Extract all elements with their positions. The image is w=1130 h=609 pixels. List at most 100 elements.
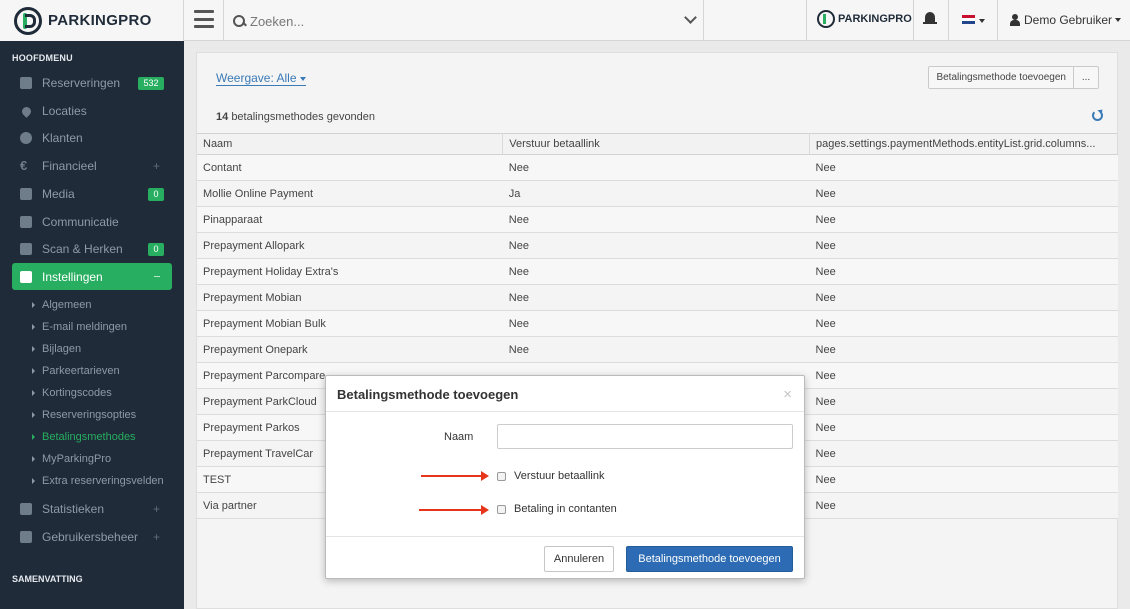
cash-payment-checkbox[interactable] bbox=[497, 504, 506, 514]
count-badge: 0 bbox=[148, 188, 164, 201]
send-payment-link-checkbox[interactable] bbox=[497, 471, 506, 481]
sidebar-item-label: Communicatie bbox=[42, 215, 119, 229]
sidebar-subitem-label: MyParkingPro bbox=[42, 453, 112, 465]
sidebar-item-label: Media bbox=[42, 187, 75, 201]
divider bbox=[948, 0, 949, 41]
red-arrow-annotation bbox=[419, 505, 489, 515]
caret-right-icon bbox=[32, 302, 35, 308]
sidebar-item-label: Reserveringen bbox=[42, 76, 121, 90]
caret-right-icon bbox=[32, 478, 35, 484]
sidebar-item-label: Klanten bbox=[42, 131, 83, 145]
user-icon bbox=[20, 132, 32, 144]
parkingpro-logo-icon bbox=[817, 10, 835, 28]
search-bar bbox=[232, 10, 697, 32]
send-payment-link-checkbox-row[interactable]: Verstuur betaallink bbox=[497, 470, 605, 482]
logo[interactable]: PARKINGPRO bbox=[0, 0, 184, 41]
collapse-icon bbox=[154, 276, 160, 277]
divider bbox=[223, 0, 224, 41]
sidebar-item-media[interactable]: Media 0 bbox=[0, 180, 184, 208]
sidebar-item-label: Gebruikersbeheer bbox=[42, 530, 139, 544]
sidebar-item-financieel[interactable]: € Financieel + bbox=[0, 152, 184, 180]
cancel-button[interactable]: Annuleren bbox=[544, 546, 614, 572]
sidebar-footer-title: SAMENVATTING bbox=[12, 574, 83, 584]
sidebar-item-gebruikersbeheer[interactable]: Gebruikersbeheer + bbox=[0, 523, 184, 551]
flag-stripe-blue bbox=[962, 21, 975, 24]
sidebar-subitem-kortingscodes[interactable]: Kortingscodes bbox=[0, 382, 184, 404]
count-badge: 532 bbox=[138, 77, 164, 90]
caret-down-icon bbox=[1115, 18, 1122, 22]
calendar-icon bbox=[20, 77, 32, 89]
name-input[interactable] bbox=[497, 424, 793, 449]
close-icon[interactable]: × bbox=[783, 386, 792, 403]
sidebar-section-title: HOOFDMENU bbox=[12, 53, 73, 63]
sidebar-item-communicatie[interactable]: Communicatie bbox=[0, 208, 184, 236]
sidebar-subitem-label: Kortingscodes bbox=[42, 387, 112, 399]
divider bbox=[806, 0, 807, 41]
sidebar-item-label: Locaties bbox=[42, 104, 87, 118]
sidebar-subitem-bijlagen[interactable]: Bijlagen bbox=[0, 338, 184, 360]
parkingpro-logo-icon bbox=[14, 6, 42, 35]
caret-right-icon bbox=[32, 434, 35, 440]
user-name: Demo Gebruiker bbox=[1024, 13, 1113, 27]
top-bar: PARKINGPRO PARKINGPRO Demo Gebruiker bbox=[0, 0, 1130, 41]
count-badge: 0 bbox=[148, 243, 164, 256]
expand-icon: + bbox=[152, 502, 160, 516]
sidebar-subitem-algemeen[interactable]: Algemeen bbox=[0, 294, 184, 316]
euro-icon: € bbox=[20, 158, 28, 173]
sidebar-item-locaties[interactable]: Locaties bbox=[0, 97, 184, 125]
cash-payment-checkbox-row[interactable]: Betaling in contanten bbox=[497, 503, 617, 515]
caret-right-icon bbox=[32, 456, 35, 462]
camera-icon bbox=[20, 243, 32, 255]
map-marker-icon bbox=[20, 104, 33, 118]
envelope-icon bbox=[20, 216, 32, 228]
dialog-footer-divider bbox=[326, 536, 804, 537]
divider bbox=[997, 0, 998, 41]
caret-right-icon bbox=[32, 390, 35, 396]
language-flag-icon[interactable] bbox=[962, 15, 975, 24]
divider bbox=[703, 0, 704, 41]
send-payment-link-label: Verstuur betaallink bbox=[514, 470, 605, 482]
bar-chart-icon bbox=[20, 503, 32, 515]
add-payment-method-dialog: Betalingsmethode toevoegen × Naam Verstu… bbox=[325, 375, 805, 579]
sidebar-item-reserveringen[interactable]: Reserveringen 532 bbox=[0, 69, 184, 97]
sidebar-subitem-label: Extra reserveringsvelden bbox=[42, 475, 164, 487]
sidebar-subitem-label: Parkeertarieven bbox=[42, 365, 120, 377]
hamburger-menu-icon[interactable] bbox=[194, 10, 214, 28]
wrench-icon bbox=[20, 270, 32, 283]
user-icon bbox=[1010, 14, 1020, 26]
sidebar-subitem-myparkingpro[interactable]: MyParkingPro bbox=[0, 448, 184, 470]
caret-down-icon[interactable] bbox=[979, 19, 985, 23]
expand-icon: + bbox=[152, 159, 160, 173]
caret-right-icon bbox=[32, 346, 35, 352]
dialog-title: Betalingsmethode toevoegen bbox=[326, 376, 804, 412]
sidebar-subitem-label: E-mail meldingen bbox=[42, 321, 127, 333]
logo-text: PARKINGPRO bbox=[48, 12, 152, 29]
submit-button[interactable]: Betalingsmethode toevoegen bbox=[626, 546, 793, 572]
sidebar-item-label: Scan & Herken bbox=[42, 242, 123, 256]
bell-icon[interactable] bbox=[923, 12, 937, 28]
sidebar-item-scan-herken[interactable]: Scan & Herken 0 bbox=[0, 235, 184, 263]
sidebar-subitem-reserveringsopties[interactable]: Reserveringsopties bbox=[0, 404, 184, 426]
brand-logo-text: PARKINGPRO bbox=[838, 13, 912, 25]
caret-right-icon bbox=[32, 412, 35, 418]
sidebar-subitem-label: Reserveringsopties bbox=[42, 409, 137, 421]
user-menu[interactable]: Demo Gebruiker bbox=[1010, 13, 1122, 27]
cash-payment-label: Betaling in contanten bbox=[514, 503, 617, 515]
sidebar-subitem-label: Betalingsmethodes bbox=[42, 431, 136, 443]
chevron-down-icon[interactable] bbox=[684, 11, 697, 24]
sidebar-subitem-parkeertarieven[interactable]: Parkeertarieven bbox=[0, 360, 184, 382]
sidebar-item-klanten[interactable]: Klanten bbox=[0, 124, 184, 152]
sidebar-subitem-extra-reserveringsvelden[interactable]: Extra reserveringsvelden bbox=[0, 470, 184, 492]
sidebar-subitem-label: Bijlagen bbox=[42, 343, 82, 355]
sidebar: HOOFDMENU Reserveringen 532 Locaties Kla… bbox=[0, 41, 184, 609]
brand-logo-small: PARKINGPRO bbox=[817, 10, 912, 28]
sidebar-item-label: Instellingen bbox=[42, 269, 103, 284]
search-icon bbox=[232, 14, 246, 28]
sidebar-item-label: Financieel bbox=[42, 159, 97, 173]
sidebar-subitem-email-meldingen[interactable]: E-mail meldingen bbox=[0, 316, 184, 338]
name-label: Naam bbox=[444, 431, 474, 443]
sidebar-item-statistieken[interactable]: Statistieken + bbox=[0, 495, 184, 523]
sidebar-subitem-betalingsmethodes[interactable]: Betalingsmethodes bbox=[0, 426, 184, 448]
search-input[interactable] bbox=[250, 13, 670, 29]
sidebar-item-instellingen[interactable]: Instellingen bbox=[12, 263, 172, 290]
